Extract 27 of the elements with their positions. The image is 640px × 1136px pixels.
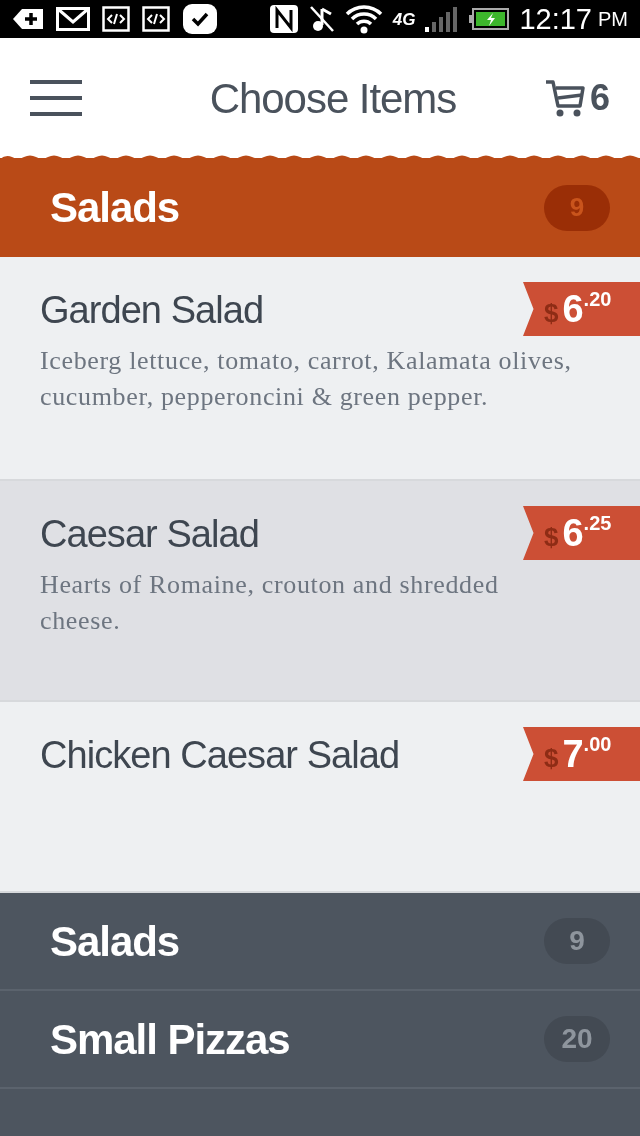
cart-icon[interactable] — [543, 78, 586, 118]
page-title: Choose Items — [209, 73, 457, 124]
code-icon — [102, 6, 130, 32]
wifi-icon — [344, 4, 383, 34]
item-name: Chicken Caesar Salad — [40, 733, 400, 778]
clock-time: 12:17 — [519, 4, 592, 34]
check-bubble-icon — [182, 3, 218, 35]
nfc-icon — [268, 4, 299, 34]
category-name: Small Pizzas — [50, 1014, 290, 1065]
item-name: Garden Salad — [40, 288, 264, 333]
item-description: Hearts of Romaine, crouton and shredded cheese. — [40, 569, 500, 637]
code-icon — [142, 6, 170, 32]
item-name: Caesar Salad — [40, 512, 259, 557]
count-badge: 9 — [544, 918, 610, 964]
signal-icon — [425, 6, 460, 32]
network-label: 4G — [392, 10, 416, 28]
add-tag-icon — [12, 8, 44, 30]
battery-icon — [469, 8, 510, 30]
item-description: Iceberg lettuce, tomato, carrot, Kalamata olives, cucumber, pepperoncini & green pepper. — [40, 345, 573, 413]
muted-music-icon — [308, 5, 335, 33]
category-name: Salads — [50, 916, 180, 967]
clock-period: PM — [598, 9, 628, 29]
menu-icon[interactable] — [30, 80, 82, 116]
mail-icon — [56, 7, 90, 31]
cart-count: 6 — [589, 76, 610, 120]
category-title: Salads — [50, 183, 180, 233]
count-badge: 20 — [544, 1016, 610, 1062]
